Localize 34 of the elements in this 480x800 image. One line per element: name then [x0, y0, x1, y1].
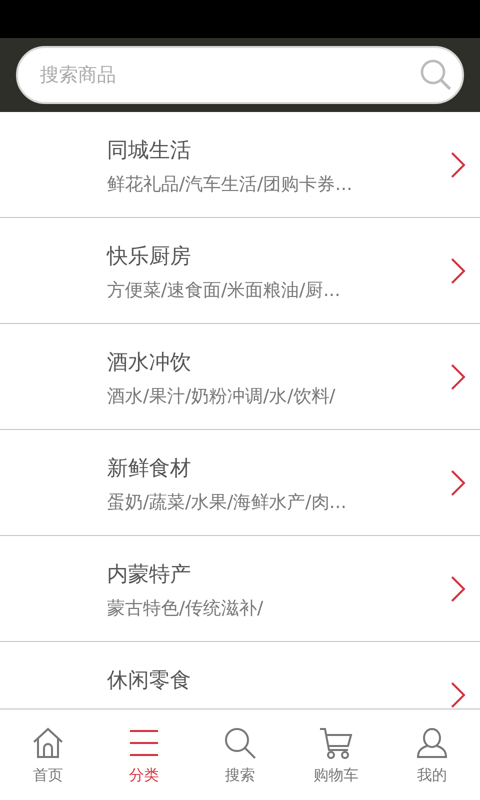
category-row[interactable]: 新鲜食材 蛋奶/蔬菜/水果/海鲜水产/肉...: [0, 430, 480, 536]
tab-item[interactable]: 我的: [384, 710, 480, 800]
cart-icon: [319, 726, 353, 760]
category-title: 同城生活: [107, 137, 192, 164]
chevron-icon: [450, 682, 466, 708]
category-row[interactable]: 快乐厨房 方便菜/速食面/米面粮油/厨...: [0, 218, 480, 324]
category-subtitle: 鲜花礼品/汽车生活/团购卡券...: [107, 173, 354, 196]
user-icon: [415, 726, 449, 760]
category-row[interactable]: 休闲零食: [0, 642, 480, 708]
tab-item[interactable]: 首页: [0, 710, 96, 800]
category-title: 休闲零食: [107, 667, 192, 694]
chevron-icon: [450, 470, 466, 496]
tab-item[interactable]: 搜索: [192, 710, 288, 800]
chevron-icon: [450, 152, 466, 178]
chevron-icon: [450, 258, 466, 284]
chevron-icon: [450, 364, 466, 390]
category-title: 内蒙特产: [107, 561, 192, 588]
category-title: 酒水冲饮: [107, 349, 192, 376]
category-row[interactable]: 酒水冲饮 酒水/果汁/奶粉冲调/水/饮料/: [0, 324, 480, 430]
category-subtitle: 方便菜/速食面/米面粮油/厨...: [107, 279, 342, 302]
tab-item[interactable]: 分类: [96, 710, 192, 800]
category-subtitle: 蛋奶/蔬菜/水果/海鲜水产/肉...: [107, 491, 348, 514]
search-field[interactable]: 搜索商品: [16, 46, 464, 104]
tab-item[interactable]: 购物车: [288, 710, 384, 800]
category-title: 新鲜食材: [107, 455, 192, 482]
home-icon: [31, 726, 65, 760]
category-row[interactable]: 同城生活 鲜花礼品/汽车生活/团购卡券...: [0, 112, 480, 218]
category-subtitle: 蒙古特色/传统滋补/: [107, 597, 264, 620]
search-icon: [223, 726, 257, 760]
category-row[interactable]: 内蒙特产 蒙古特色/传统滋补/: [0, 536, 480, 642]
category-title: 快乐厨房: [107, 243, 192, 270]
category-subtitle: 酒水/果汁/奶粉冲调/水/饮料/: [107, 385, 336, 408]
chevron-icon: [450, 576, 466, 602]
search-icon: [420, 59, 452, 91]
